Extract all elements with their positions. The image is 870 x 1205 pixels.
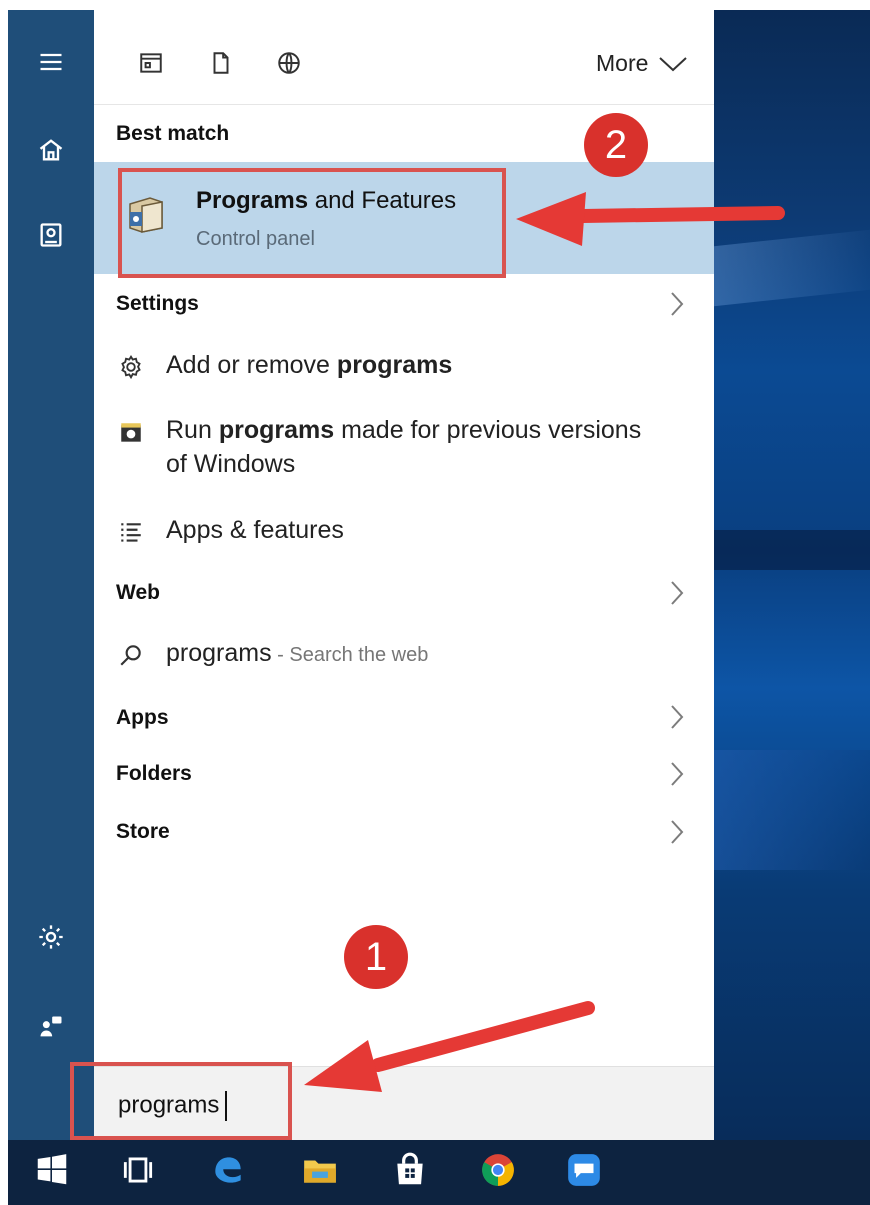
annotation-step-2-badge: 2 xyxy=(584,113,648,177)
arrow-to-search-box xyxy=(304,1001,595,1092)
arrow-to-best-match xyxy=(516,192,785,246)
annotation-step-1-badge: 1 xyxy=(344,925,408,989)
annotation-arrows xyxy=(304,192,785,1092)
screenshot-frame: More Best match Programs and Features Co… xyxy=(8,10,870,1205)
